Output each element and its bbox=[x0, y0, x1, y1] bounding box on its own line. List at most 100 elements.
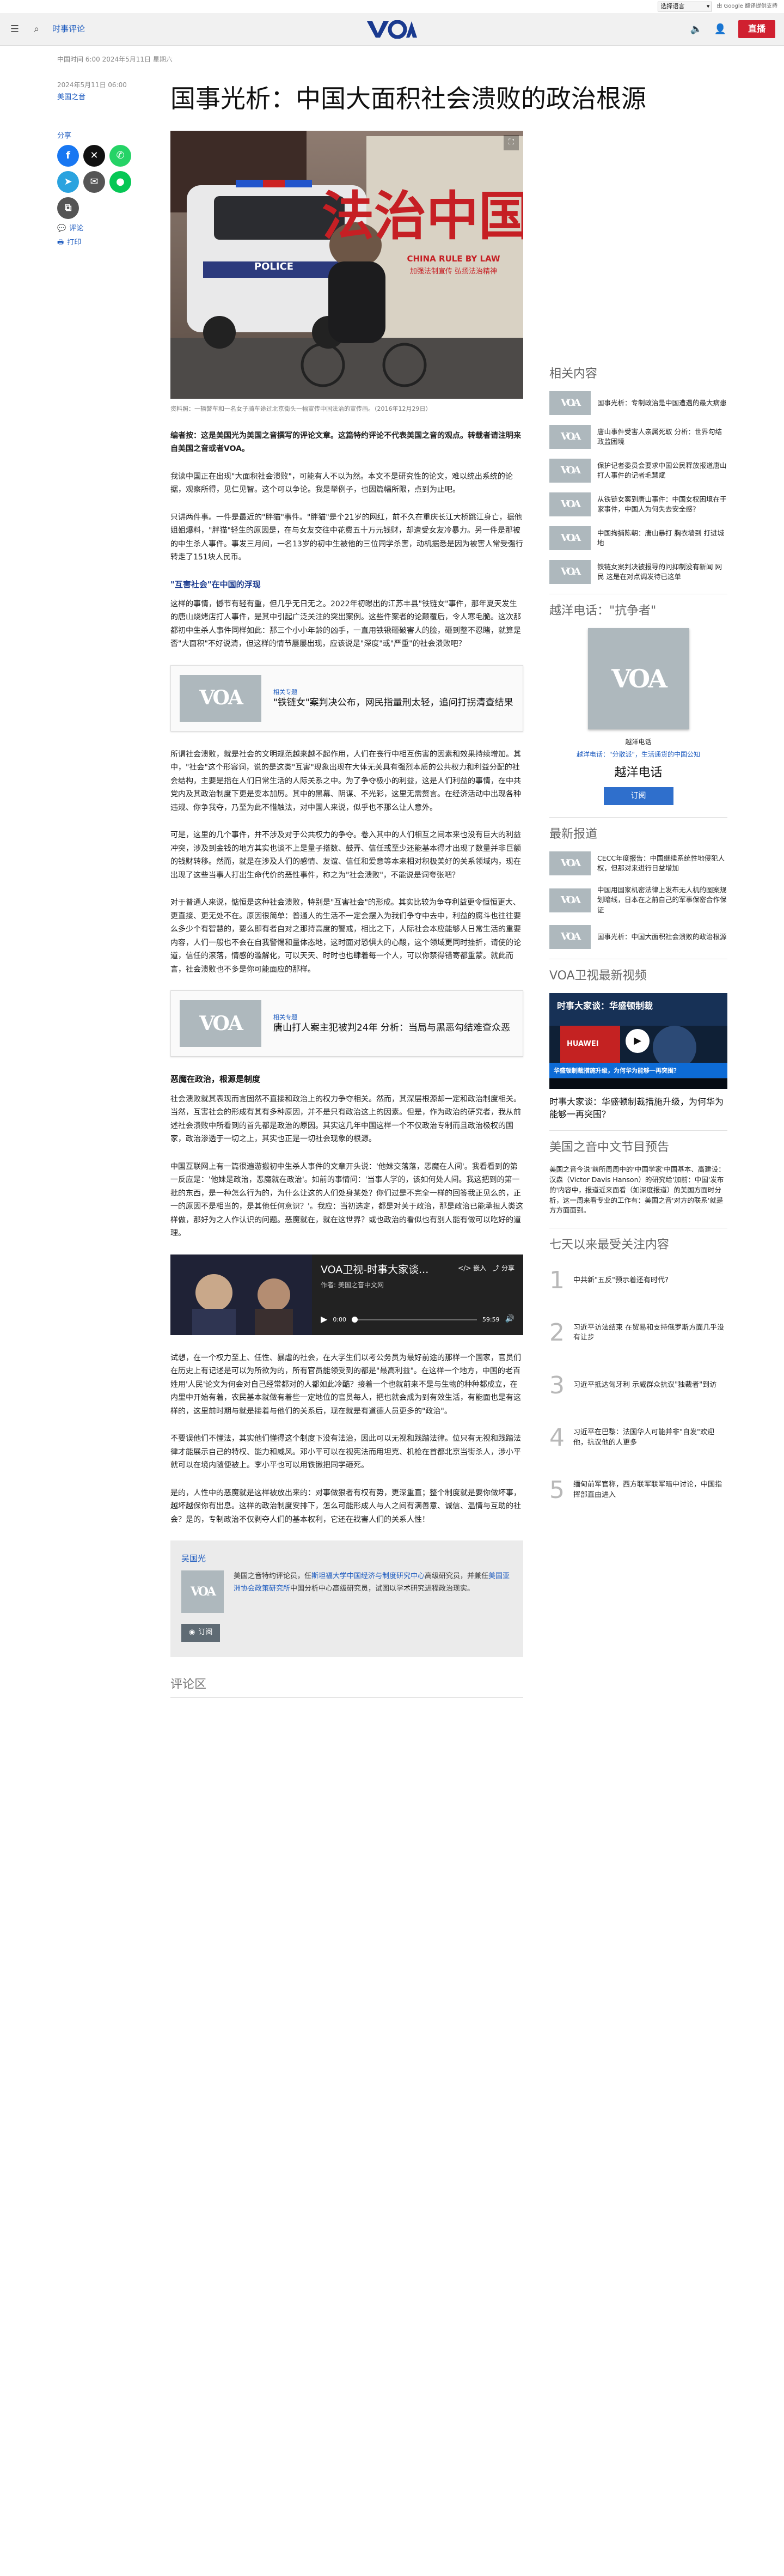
podcast-subscribe-button[interactable]: 订阅 bbox=[603, 787, 673, 806]
player-duration: 59:59 bbox=[482, 1316, 500, 1323]
search-icon[interactable]: ⌕ bbox=[30, 23, 42, 35]
telegram-icon[interactable]: ➤ bbox=[57, 171, 79, 193]
paragraph-3: 这样的事情，憾节有轻有重，但几乎无日无之。2022年初曝出的江苏丰县"铁链女"事… bbox=[170, 599, 521, 649]
voa-thumb-icon: VOA bbox=[549, 492, 591, 517]
share-button[interactable]: ⤴ 分享 bbox=[493, 1263, 514, 1274]
publish-date: 2024年5月11日 06:00 bbox=[57, 81, 127, 89]
list-item[interactable]: VOA 铁链女案判决被报导的问抑制没有新闻 网民 这是在对点调发待已这单 bbox=[549, 560, 727, 584]
paragraph-11: 是的，人性中的恶魔就是这样被放出来的：对事做狠者有权有势，更深重直；整个制度就是… bbox=[170, 1488, 521, 1524]
fullscreen-icon[interactable]: ⛶ bbox=[504, 135, 519, 151]
subscribe-button[interactable]: ◉ 订阅 bbox=[181, 1624, 220, 1642]
voa-logo-icon bbox=[367, 20, 417, 39]
list-item[interactable]: VOA 从铁链女案到唐山事件：中国女权困境在于家事件，中国人为何失去安全感？ bbox=[549, 492, 727, 517]
voa-thumb-icon: VOA bbox=[180, 1000, 261, 1048]
schedule-section-title: 美国之音中文节目预告 bbox=[549, 1141, 670, 1155]
video-play-icon[interactable]: ▶ bbox=[626, 1028, 650, 1053]
ranking-item[interactable]: 1 中共新"五反"预示着还有时代? bbox=[549, 1262, 727, 1299]
voa-logo[interactable] bbox=[365, 19, 419, 40]
bio-link-1[interactable]: 斯坦福大学中国经济与制度研究中心 bbox=[311, 1572, 425, 1580]
hero-sub2-text: 加强法制宣传 弘扬法治精神 bbox=[410, 267, 497, 276]
comment-link[interactable]: 💬 评论 bbox=[57, 223, 170, 234]
list-item-title: CECC年度报告：中国继续系统性地侵犯人权，但那对来进行日益增加 bbox=[597, 854, 725, 873]
player-author: 作者: 美国之音中文网 bbox=[321, 1281, 384, 1289]
ranking-number: 4 bbox=[549, 1423, 565, 1452]
list-item-title: 国事光析：中国大面积社会溃败的政治根源 bbox=[597, 932, 727, 941]
player-current-time: 0:00 bbox=[333, 1316, 347, 1323]
voa-thumb-icon: VOA bbox=[549, 526, 591, 551]
line-icon[interactable]: ● bbox=[109, 171, 131, 193]
ranking-number: 1 bbox=[549, 1266, 565, 1295]
video-section-title: VOA卫视最新视频 bbox=[549, 969, 647, 983]
menu-icon[interactable]: ☰ bbox=[9, 23, 21, 35]
podcast-thumb[interactable]: VOA bbox=[587, 628, 689, 730]
hero-sub-text: CHINA RULE BY LAW bbox=[407, 254, 500, 264]
facebook-icon[interactable]: f bbox=[57, 145, 79, 167]
live-button[interactable]: 直播 bbox=[738, 20, 775, 38]
ranking-number: 2 bbox=[549, 1319, 565, 1347]
related-tag: 相关专题 bbox=[273, 688, 297, 696]
video-player[interactable]: VOA卫视-时事大家谈... 作者: 美国之音中文网 </> 嵌入 ⤴ 分享 ▶… bbox=[170, 1254, 523, 1335]
video-controls[interactable] bbox=[549, 1079, 727, 1089]
related-title: 唐山打人案主犯被判24年 分析：当局与黑恶勾结难查众恶 bbox=[273, 1022, 511, 1034]
ranking-item[interactable]: 5 缅甸前军官称，西方联军联军暗中讨论，中国指挥部直由进入 bbox=[549, 1472, 727, 1509]
list-item[interactable]: VOA 中国用国家机密法律上发布无人机的图案规划暗线，日本在之前自己的军事保密合作… bbox=[549, 885, 727, 915]
chevron-down-icon: ▾ bbox=[706, 3, 710, 10]
video-title[interactable]: 时事大家谈：华盛顿制裁措施升级，为何华为能够一再突围？ bbox=[549, 1095, 727, 1120]
ranking-section-title: 七天以来最受关注内容 bbox=[549, 1238, 670, 1252]
category-link[interactable]: 美国之音 bbox=[57, 92, 170, 103]
dateline: 中国时间 6:00 2024年5月11日 星期六 bbox=[57, 56, 173, 63]
user-icon[interactable]: 👤 bbox=[714, 23, 726, 35]
player-thumb-art bbox=[170, 1254, 312, 1335]
ranking-item[interactable]: 4 习近平在巴黎：法国华人可能并非"自发"欢迎他，抗议他的人更多 bbox=[549, 1420, 727, 1457]
ranking-title: 习近平抵达匈牙利 示威群众抗议"独裁者"到访 bbox=[573, 1381, 717, 1390]
schedule-text: 美国之音今说'前所周周中的'中国学家'中国基本、高建设：汉森（Victor Da… bbox=[549, 1165, 725, 1215]
list-item[interactable]: VOA CECC年度报告：中国继续系统性地侵犯人权，但那对来进行日益增加 bbox=[549, 851, 727, 876]
copy-link-icon[interactable]: ⧉ bbox=[57, 197, 79, 220]
language-select[interactable]: 选择语言 ▾ bbox=[658, 2, 713, 11]
author-name[interactable]: 吴国光 bbox=[181, 1552, 512, 1565]
huawei-text: HUAWEI bbox=[567, 1039, 599, 1048]
player-progress[interactable] bbox=[352, 1316, 477, 1323]
podcast-link[interactable]: 越洋电话："分散派"，生活通货的中国公知 bbox=[549, 750, 727, 760]
video-card[interactable]: 时事大家谈：华盛顿制裁 HUAWEI 华盛顿制裁措施升级，为何华为能够一再突围？… bbox=[549, 992, 727, 1089]
related-article-1[interactable]: VOA 相关专题 "铁链女"案判决公布，网民指量刑太轻，追问打拐清查结果 bbox=[170, 665, 523, 732]
ranking-title: 中共新"五反"预示着还有时代? bbox=[573, 1276, 669, 1284]
list-item[interactable]: VOA 国事光析：专制政治是中国遭遇的最大病患 bbox=[549, 391, 727, 416]
section-link[interactable]: 时事评论 bbox=[52, 23, 85, 35]
list-item[interactable]: VOA 中国拘捕陈朝：唐山暴打 胸衣墙到 打进城地 bbox=[549, 526, 727, 551]
x-icon[interactable]: ✕ bbox=[83, 145, 105, 167]
list-item[interactable]: VOA 唐山事件受害人亲属死取 分析：世界勾结 政监困境 bbox=[549, 425, 727, 449]
voa-thumb-icon: VOA bbox=[549, 924, 591, 949]
page-title: 国事光析：中国大面积社会溃败的政治根源 bbox=[170, 83, 646, 113]
voa-thumb-icon: VOA bbox=[180, 674, 261, 722]
list-item-title: 铁链女案判决被报导的问抑制没有新闻 网民 这是在对点调发待已这单 bbox=[597, 563, 722, 581]
email-icon[interactable]: ✉ bbox=[83, 171, 105, 193]
author-bio: 美国之音特约评论员，任斯坦福大学中国经济与制度研究中心高级研究员，并兼任美国亚洲… bbox=[234, 1570, 512, 1613]
print-link[interactable]: 🖶 打印 bbox=[57, 237, 170, 248]
ranking-item[interactable]: 3 习近平抵达匈牙利 示威群众抗议"独裁者"到访 bbox=[549, 1367, 727, 1404]
paragraph-2: 只讲两件事。一件是最近的"胖猫"事件。"胖猫"是个21岁的网红，前不久在重庆长江… bbox=[170, 513, 523, 562]
hero-image: 法治中国 CHINA RULE BY LAW 加强法制宣传 弘扬法治精神 POL… bbox=[170, 131, 523, 399]
audio-icon[interactable]: 🔈 bbox=[690, 23, 702, 35]
related-article-2[interactable]: VOA 相关专题 唐山打人案主犯被判24年 分析：当局与黑恶勾结难查众恶 bbox=[170, 990, 523, 1057]
player-thumbnail bbox=[170, 1254, 312, 1335]
ranking-item[interactable]: 2 习近平访法结束 在贸易和支持俄罗斯方面几乎没有让步 bbox=[549, 1314, 727, 1351]
whatsapp-icon[interactable]: ✆ bbox=[109, 145, 131, 167]
paragraph-1: 我读中国正在出现"大面积社会溃败"，可能有人不以为然。本文不是研究性的论文，难以… bbox=[170, 472, 513, 495]
share-label: 分享 bbox=[57, 132, 72, 141]
podcast-card: VOA 越洋电话 越洋电话："分散派"，生活通货的中国公知 越洋电话 订阅 bbox=[549, 628, 727, 806]
embed-button[interactable]: </> 嵌入 bbox=[458, 1263, 486, 1274]
volume-icon[interactable]: 🔊 bbox=[505, 1313, 514, 1325]
voa-thumb-icon: VOA bbox=[549, 425, 591, 449]
podcast-section-title: 越洋电话："抗争者" bbox=[549, 604, 657, 618]
ranking-title: 习近平访法结束 在贸易和支持俄罗斯方面几乎没有让步 bbox=[573, 1323, 725, 1342]
share-button-label: 分享 bbox=[501, 1264, 514, 1272]
list-item[interactable]: VOA 国事光析：中国大面积社会溃败的政治根源 bbox=[549, 924, 727, 949]
paragraph-7: 社会溃败就其表现而言固然不直接和政治上的权力争夺相关。然而，其深层根源却一定和政… bbox=[170, 1094, 521, 1144]
embed-label: 嵌入 bbox=[473, 1264, 487, 1272]
comment-icon: 💬 bbox=[57, 224, 66, 233]
list-item[interactable]: VOA 保护记者委员会要求中国公民释放报道唐山打人事件的记者毛慧斌 bbox=[549, 459, 727, 483]
subhead-1: "互害社会"在中国的浮现 bbox=[170, 579, 261, 589]
comment-label: 评论 bbox=[69, 224, 84, 233]
play-icon[interactable]: ▶ bbox=[321, 1313, 327, 1326]
